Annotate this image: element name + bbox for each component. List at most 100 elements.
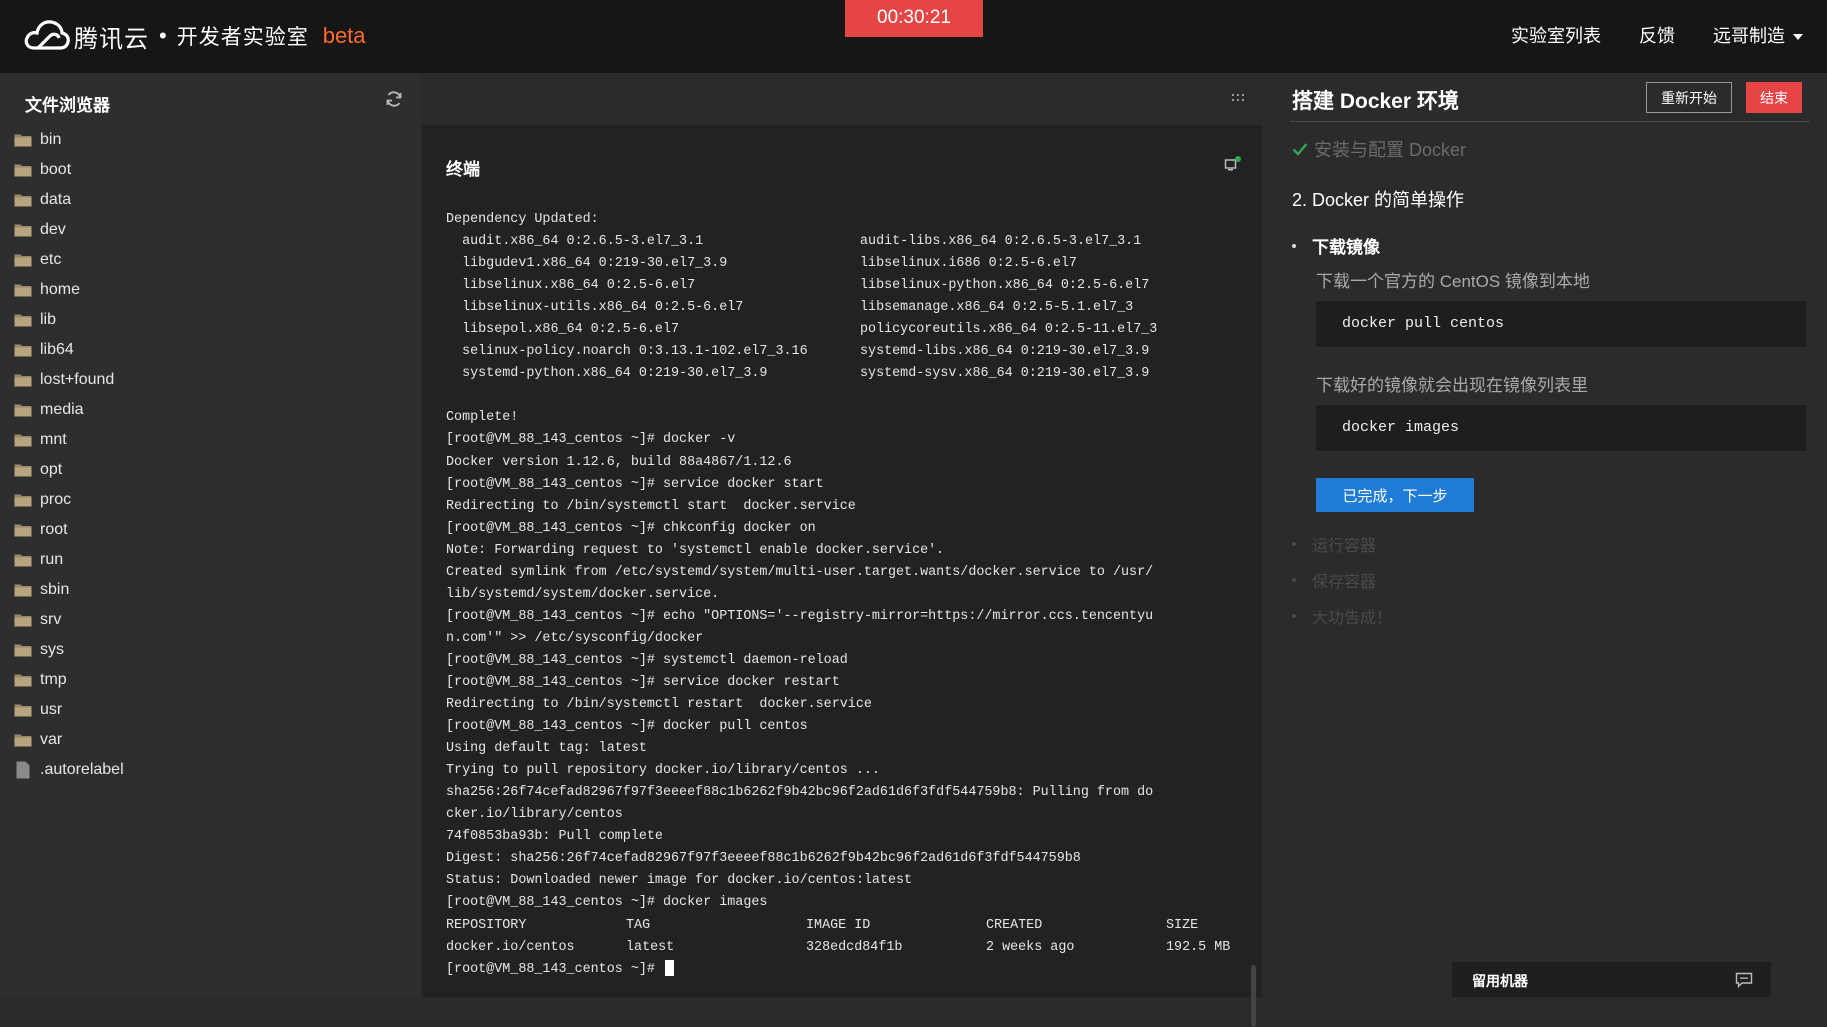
terminal-prompt-line[interactable]: [root@VM_88_143_centos ~]# bbox=[446, 959, 1256, 981]
file-name: srv bbox=[40, 611, 62, 628]
file-item[interactable]: .autorelabel bbox=[14, 755, 124, 785]
folder-icon bbox=[14, 674, 32, 687]
terminal-line: lib/systemd/system/docker.service. bbox=[446, 586, 720, 602]
folder-icon bbox=[14, 644, 32, 657]
terminal-line: Redirecting to /bin/systemctl restart do… bbox=[446, 697, 872, 713]
logo[interactable]: 腾讯云 • 开发者实验室 beta bbox=[24, 18, 366, 54]
restart-button[interactable]: 重新开始 bbox=[1646, 82, 1732, 113]
keep-machine-bar[interactable]: 留用机器 bbox=[1452, 962, 1771, 997]
folder-item[interactable]: lib64 bbox=[14, 335, 124, 365]
terminal-scrollbar[interactable] bbox=[1251, 965, 1256, 1027]
folder-item[interactable]: boot bbox=[14, 155, 124, 185]
end-button[interactable]: 结束 bbox=[1746, 82, 1802, 113]
folder-item[interactable]: tmp bbox=[14, 665, 124, 695]
folder-icon bbox=[14, 194, 32, 207]
terminal-line: Trying to pull repository docker.io/libr… bbox=[446, 763, 880, 779]
terminal-title: 终端 bbox=[446, 160, 480, 179]
nav-feedback[interactable]: 反馈 bbox=[1639, 22, 1675, 48]
folder-item[interactable]: bin bbox=[14, 125, 124, 155]
current-substep: 下载镜像 bbox=[1292, 233, 1380, 258]
check-icon bbox=[1292, 143, 1308, 156]
chat-icon[interactable] bbox=[1735, 972, 1753, 988]
folder-item[interactable]: dev bbox=[14, 215, 124, 245]
file-browser-panel: 文件浏览器 bin boot data dev etc home lib lib64 lost+… bbox=[0, 73, 420, 997]
folder-item[interactable]: data bbox=[14, 185, 124, 215]
folder-icon bbox=[14, 734, 32, 747]
folder-item[interactable]: lost+found bbox=[14, 365, 124, 395]
current-substep-label: 下载镜像 bbox=[1312, 238, 1380, 257]
terminal-prompt: [root@VM_88_143_centos ~]# bbox=[446, 961, 663, 977]
terminal-line: libselinux.x86_64 0:2.5-6.el7 libselinux-… bbox=[446, 275, 1256, 297]
folder-item[interactable]: lib bbox=[14, 305, 124, 335]
terminal-col: audit-libs.x86_64 0:2.6.5-3.el7_3.1 bbox=[860, 234, 1142, 250]
terminal-col: systemd-sysv.x86_64 0:219-30.el7_3.9 bbox=[860, 366, 1150, 382]
terminal-line: [root@VM_88_143_centos ~]# service docke… bbox=[446, 674, 840, 690]
folder-item[interactable]: opt bbox=[14, 455, 124, 485]
code-block-2[interactable]: docker images bbox=[1316, 405, 1806, 451]
bullet-icon bbox=[1292, 542, 1296, 546]
terminal-line: selinux-policy.noarch 0:3.13.1-102.el7_3… bbox=[446, 341, 1256, 363]
nav-lab-list[interactable]: 实验室列表 bbox=[1511, 22, 1601, 48]
terminal-table-cell: 2 weeks ago bbox=[986, 939, 1075, 955]
bullet-icon bbox=[1292, 578, 1296, 582]
folder-icon bbox=[14, 374, 32, 387]
folder-item[interactable]: var bbox=[14, 725, 124, 755]
folder-icon bbox=[14, 704, 32, 717]
file-browser-title: 文件浏览器 bbox=[25, 96, 110, 115]
terminal-line: Created symlink from /etc/systemd/system… bbox=[446, 564, 1154, 580]
file-name: sbin bbox=[40, 581, 70, 598]
file-name: .autorelabel bbox=[40, 761, 124, 778]
terminal-col: libsepol.x86_64 0:2.5-6.el7 bbox=[446, 322, 680, 338]
folder-item[interactable]: srv bbox=[14, 605, 124, 635]
user-menu[interactable]: 远哥制造 bbox=[1713, 22, 1803, 48]
grid-menu-icon[interactable] bbox=[1231, 91, 1245, 105]
folder-item[interactable]: sbin bbox=[14, 575, 124, 605]
cloud-logo-icon bbox=[24, 20, 70, 50]
folder-item[interactable]: mnt bbox=[14, 425, 124, 455]
beta-label: beta bbox=[322, 23, 366, 48]
folder-item[interactable]: home bbox=[14, 275, 124, 305]
terminal-status-icon[interactable] bbox=[1224, 155, 1242, 173]
terminal-window[interactable]: 终端 Dependency Updated: audit.x86_64 0:2.… bbox=[422, 125, 1262, 1027]
completed-step[interactable]: 安装与配置 Docker bbox=[1292, 136, 1466, 162]
folder-item[interactable]: media bbox=[14, 395, 124, 425]
terminal-table-row: REPOSITORY TAG IMAGE ID CREATED SIZE bbox=[446, 915, 1256, 937]
folder-item[interactable]: usr bbox=[14, 695, 124, 725]
terminal-col: libgudev1.x86_64 0:219-30.el7_3.9 bbox=[446, 256, 728, 272]
terminal-line: sha256:26f74cefad82967f97f3eeeef88c1b626… bbox=[446, 785, 1154, 801]
terminal-table-cell: 328edcd84f1b bbox=[806, 939, 903, 955]
folder-item[interactable]: etc bbox=[14, 245, 124, 275]
folder-item[interactable]: sys bbox=[14, 635, 124, 665]
file-name: sys bbox=[40, 641, 64, 658]
terminal-line: Using default tag: latest bbox=[446, 741, 647, 757]
folder-item[interactable]: run bbox=[14, 545, 124, 575]
file-name: media bbox=[40, 401, 84, 418]
tutorial-title: 搭建 Docker 环境 bbox=[1292, 90, 1459, 113]
terminal-line: Status: Downloaded newer image for docke… bbox=[446, 873, 913, 889]
folder-item[interactable]: proc bbox=[14, 485, 124, 515]
folder-icon bbox=[14, 524, 32, 537]
file-name: boot bbox=[40, 161, 72, 178]
terminal-col: policycoreutils.x86_64 0:2.5-11.el7_3 bbox=[860, 322, 1158, 338]
terminal-line: Digest: sha256:26f74cefad82967f97f3eeeef… bbox=[446, 851, 1081, 867]
terminal-output: Dependency Updated: audit.x86_64 0:2.6.5… bbox=[446, 209, 1256, 981]
terminal-line: systemd-python.x86_64 0:219-30.el7_3.9 sy… bbox=[446, 363, 1256, 385]
file-name: lib64 bbox=[40, 341, 74, 358]
folder-icon bbox=[14, 284, 32, 297]
file-name: bin bbox=[40, 131, 62, 148]
file-name: mnt bbox=[40, 431, 67, 448]
terminal-col: systemd-libs.x86_64 0:219-30.el7_3.9 bbox=[860, 344, 1150, 360]
next-step-button[interactable]: 已完成，下一步 bbox=[1316, 478, 1474, 512]
refresh-icon[interactable] bbox=[384, 89, 404, 109]
code-block-1[interactable]: docker pull centos bbox=[1316, 301, 1806, 347]
file-name: lib bbox=[40, 311, 57, 328]
file-name: tmp bbox=[40, 671, 67, 688]
file-name: usr bbox=[40, 701, 63, 718]
folder-item[interactable]: root bbox=[14, 515, 124, 545]
future-substep: 大功告成！ bbox=[1292, 604, 1392, 628]
file-name: root bbox=[40, 521, 68, 538]
folder-icon bbox=[14, 464, 32, 477]
file-icon bbox=[16, 761, 30, 779]
file-name: etc bbox=[40, 251, 62, 268]
folder-icon bbox=[14, 614, 32, 627]
